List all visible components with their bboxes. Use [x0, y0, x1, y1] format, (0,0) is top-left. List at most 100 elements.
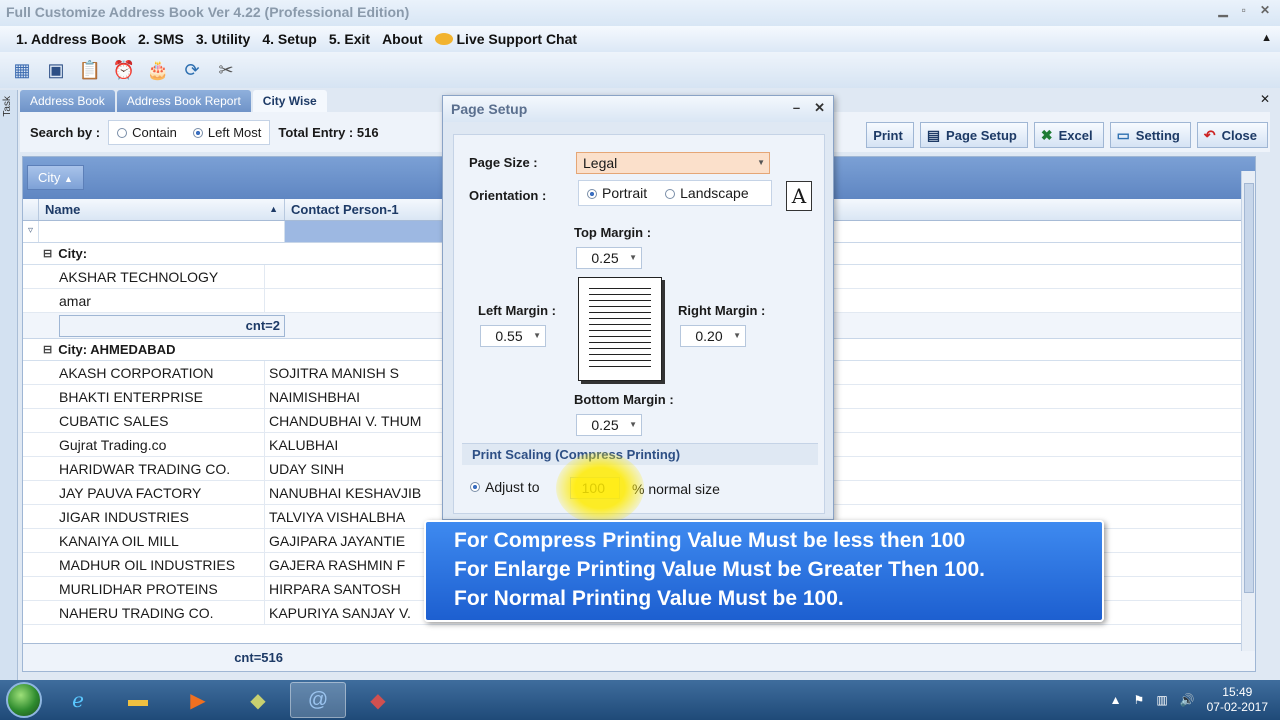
sort-asc-icon: ▲ — [269, 204, 278, 214]
clock[interactable]: 15:49 07-02-2017 — [1207, 685, 1268, 715]
menu-utility[interactable]: 3. Utility — [190, 31, 256, 47]
search-leftmost-radio[interactable]: Left Most — [192, 125, 261, 140]
maximize-icon[interactable]: ▫ — [1242, 3, 1246, 17]
dropdown-arrow-icon: ▼ — [629, 253, 637, 262]
menu-about[interactable]: About — [376, 31, 428, 47]
dialog-title-bar[interactable]: Page Setup – ✕ — [443, 96, 833, 122]
system-tray: ▲ ⚑ ▥ 🔊 15:49 07-02-2017 — [1110, 680, 1268, 720]
callout-line-normal: For Normal Printing Value Must be 100. — [454, 587, 844, 610]
backup-icon[interactable]: ⟳ — [178, 56, 206, 84]
right-margin-label: Right Margin : — [678, 303, 766, 318]
menu-address-book[interactable]: 1. Address Book — [10, 31, 132, 47]
app-icon[interactable]: ◆ — [230, 682, 286, 718]
right-margin-input[interactable]: 0.20 ▼ — [680, 325, 746, 347]
phonebook-icon[interactable]: ▣ — [42, 56, 70, 84]
menu-sms[interactable]: 2. SMS — [132, 31, 190, 47]
task-label: Task — [2, 96, 13, 117]
adjust-scale-input[interactable]: 100 — [570, 477, 620, 499]
setting-icon: ▭ — [1116, 126, 1130, 143]
menu-expand-icon[interactable]: ▲ — [1261, 32, 1272, 44]
left-margin-input[interactable]: 0.55 ▼ — [480, 325, 546, 347]
left-margin-label: Left Margin : — [478, 303, 556, 318]
page-setup-button[interactable]: ▤ Page Setup — [919, 122, 1028, 148]
internet-explorer-icon[interactable]: ℯ — [50, 682, 106, 718]
menu-live-chat[interactable]: Live Support Chat — [429, 31, 584, 47]
alarm-clock-icon[interactable]: ⏰ — [110, 56, 138, 84]
total-count: cnt=516 — [234, 650, 283, 665]
birthday-cake-icon[interactable]: 🎂 — [144, 56, 172, 84]
orientation-label: Orientation : — [469, 188, 547, 203]
print-button[interactable]: Print — [866, 122, 914, 148]
chat-icon — [434, 33, 453, 45]
bottom-margin-input[interactable]: 0.25 ▼ — [576, 414, 642, 436]
file-explorer-icon[interactable]: ▬ — [110, 682, 166, 718]
page-size-label: Page Size : — [469, 155, 538, 170]
close-icon[interactable]: ✕ — [1260, 3, 1270, 17]
grid-footer: cnt=516 — [23, 643, 1255, 671]
print-scaling-header: Print Scaling (Compress Printing) — [462, 443, 818, 465]
tab-address-book-report[interactable]: Address Book Report — [116, 90, 251, 112]
task-strip[interactable]: Task — [0, 90, 18, 680]
sort-asc-icon: ▲ — [64, 174, 73, 184]
search-contain-radio[interactable]: Contain — [117, 125, 177, 140]
contacts-icon[interactable]: ▦ — [8, 56, 36, 84]
font-icon[interactable]: A — [786, 181, 812, 211]
dropdown-arrow-icon: ▼ — [629, 420, 637, 429]
group-chip-city[interactable]: City ▲ — [27, 165, 84, 190]
tab-address-book[interactable]: Address Book — [20, 90, 115, 112]
landscape-radio[interactable]: Landscape — [665, 185, 749, 201]
clock-date: 07-02-2017 — [1206, 700, 1268, 714]
recorder-app-icon[interactable]: ◆ — [350, 682, 406, 718]
portrait-radio[interactable]: Portrait — [587, 185, 647, 201]
page-size-select[interactable]: Legal ▼ — [576, 152, 770, 174]
tools-icon[interactable]: ✂ — [212, 56, 240, 84]
excel-icon: ✖ — [1040, 126, 1053, 143]
action-center-icon[interactable]: ⚑ — [1134, 693, 1145, 707]
setting-button[interactable]: ▭ Setting — [1109, 122, 1191, 148]
menu-setup[interactable]: 4. Setup — [256, 31, 322, 47]
search-by-label: Search by : — [30, 124, 101, 140]
document-close-icon[interactable]: ✕ — [1260, 92, 1270, 106]
column-header-name[interactable]: Name ▲ — [39, 199, 285, 220]
show-hidden-icons[interactable]: ▲ — [1110, 693, 1122, 707]
top-margin-label: Top Margin : — [574, 225, 652, 240]
dialog-minimize-icon[interactable]: – — [793, 100, 800, 116]
orientation-group: Portrait Landscape — [578, 180, 772, 206]
dialog-title: Page Setup — [451, 101, 528, 117]
adjust-to-radio[interactable]: Adjust to — [470, 479, 539, 495]
tab-bar: Address Book Address Book Report City Wi… — [20, 90, 327, 112]
menu-bar: 1. Address Book 2. SMS 3. Utility 4. Set… — [0, 26, 1280, 52]
menu-exit[interactable]: 5. Exit — [323, 31, 376, 47]
start-button[interactable] — [6, 682, 42, 718]
close-button[interactable]: ↶ Close — [1196, 122, 1268, 148]
top-margin-input[interactable]: 0.25 ▼ — [576, 247, 642, 269]
close-arrow-icon: ↶ — [1203, 126, 1216, 143]
column-header-contact[interactable]: Contact Person-1 — [285, 199, 445, 220]
excel-button[interactable]: ✖ Excel — [1033, 122, 1104, 148]
toolbar: ▦ ▣ 📋 ⏰ 🎂 ⟳ ✂ — [0, 52, 1280, 88]
clipboard-icon[interactable]: 📋 — [76, 56, 104, 84]
callout-line-compress: For Compress Printing Value Must be less… — [454, 529, 966, 552]
volume-icon[interactable]: 🔊 — [1180, 693, 1195, 707]
network-icon[interactable]: ▥ — [1156, 693, 1167, 707]
minimize-icon[interactable]: ▁ — [1218, 3, 1227, 17]
title-bar: Full Customize Address Book Ver 4.22 (Pr… — [0, 0, 1280, 26]
collapse-icon[interactable]: ⊟ — [43, 343, 52, 356]
window-title: Full Customize Address Book Ver 4.22 (Pr… — [6, 4, 410, 20]
total-entry-label: Total Entry : 516 — [278, 124, 379, 140]
collapse-icon[interactable]: ⊟ — [43, 247, 52, 260]
dialog-close-icon[interactable]: ✕ — [814, 100, 825, 116]
normal-size-label: % normal size — [632, 481, 720, 497]
dropdown-arrow-icon: ▼ — [733, 331, 741, 340]
bottom-margin-label: Bottom Margin : — [574, 392, 674, 407]
scrollbar-thumb[interactable] — [1244, 183, 1254, 593]
page-preview — [578, 277, 662, 381]
page-setup-dialog: Page Setup – ✕ Page Size : Legal ▼ Orient… — [442, 95, 834, 520]
vertical-scrollbar[interactable] — [1241, 171, 1255, 651]
tab-city-wise[interactable]: City Wise — [252, 90, 327, 112]
filter-icon: ▿ — [23, 221, 39, 242]
live-chat-label: Live Support Chat — [456, 31, 578, 47]
address-book-app-icon[interactable]: @ — [290, 682, 346, 718]
group-count: cnt=2 — [59, 314, 285, 337]
media-player-icon[interactable]: ▶ — [170, 682, 226, 718]
